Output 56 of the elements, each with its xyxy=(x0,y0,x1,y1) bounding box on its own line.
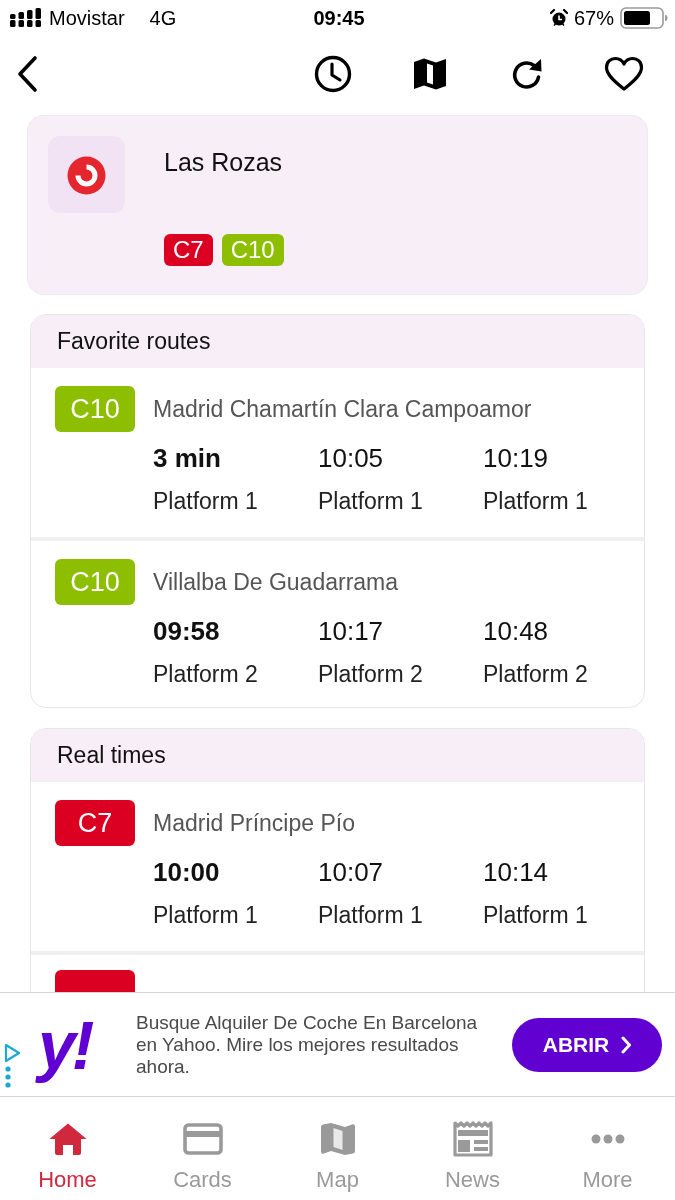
network-type: 4G xyxy=(149,6,177,30)
section-header: Real times xyxy=(31,729,644,782)
departure-time: 10:48 xyxy=(483,615,549,648)
tab-button[interactable]: More xyxy=(540,1097,675,1200)
signal-icon xyxy=(10,8,42,28)
platform-label: Platform 1 xyxy=(483,487,588,516)
ad-text: Busque Alquiler De Coche En Barcelona en Yahoo. Mire los mejores resultados ahora. xyxy=(136,1011,479,1078)
clock-icon[interactable] xyxy=(313,55,352,93)
clock-time: 09:45 xyxy=(313,6,365,30)
departure-time: 10:07 xyxy=(318,856,384,889)
line-badge: C10 xyxy=(221,234,284,266)
carrier-name: Movistar xyxy=(49,6,125,30)
station-logo-icon xyxy=(48,136,125,213)
card-icon xyxy=(182,1123,223,1155)
platform-label: Platform 1 xyxy=(483,901,588,930)
platform-label: Platform 1 xyxy=(318,487,423,516)
departure-time: 10:14 xyxy=(483,856,549,889)
departure-time: 09:58 xyxy=(153,615,220,648)
station-name: Las Rozas xyxy=(164,148,283,176)
battery-icon xyxy=(620,7,668,29)
platform-label: Platform 1 xyxy=(153,487,258,516)
departure-time: 10:00 xyxy=(153,856,220,889)
line-badge: C10 xyxy=(55,386,135,432)
line-badge: C10 xyxy=(55,559,135,605)
line-badge: C7 xyxy=(164,234,213,266)
departure-time: 10:17 xyxy=(318,615,384,648)
destination-name: Madrid Príncipe Pío xyxy=(153,809,355,838)
map-icon[interactable] xyxy=(412,57,447,91)
battery-percent: 67% xyxy=(573,6,614,30)
platform-label: Platform 2 xyxy=(318,660,423,689)
section-header: Favorite routes xyxy=(31,315,644,368)
platform-label: Platform 2 xyxy=(483,660,588,689)
departure-time: 10:05 xyxy=(318,442,384,475)
ad-logo: y! xyxy=(32,1002,101,1087)
heart-icon[interactable] xyxy=(603,56,644,92)
alarm-icon xyxy=(549,9,568,27)
platform-label: Platform 2 xyxy=(153,660,258,689)
tab-button[interactable]: Map xyxy=(270,1097,405,1200)
home-icon xyxy=(47,1122,88,1156)
line-badge: C7 xyxy=(55,800,135,846)
tab-button[interactable]: Cards xyxy=(135,1097,270,1200)
destination-name: Villalba De Guadarrama xyxy=(153,568,399,597)
destination-name: Madrid Chamartín Clara Campoamor xyxy=(153,395,532,424)
newspaper-icon xyxy=(452,1121,493,1157)
back-icon[interactable] xyxy=(15,55,39,93)
map-icon xyxy=(319,1122,356,1156)
tab-button[interactable]: News xyxy=(405,1097,540,1200)
departure-time: 3 min xyxy=(153,442,221,475)
ad-info-icon xyxy=(4,1043,22,1089)
more-icon xyxy=(590,1134,625,1144)
tab-button[interactable]: Home xyxy=(0,1097,135,1200)
platform-label: Platform 1 xyxy=(153,901,258,930)
departure-time: 10:19 xyxy=(483,442,549,475)
chevron-icon xyxy=(621,1035,632,1054)
open-button[interactable]: ABRIR xyxy=(512,1017,662,1072)
platform-label: Platform 1 xyxy=(318,901,423,930)
